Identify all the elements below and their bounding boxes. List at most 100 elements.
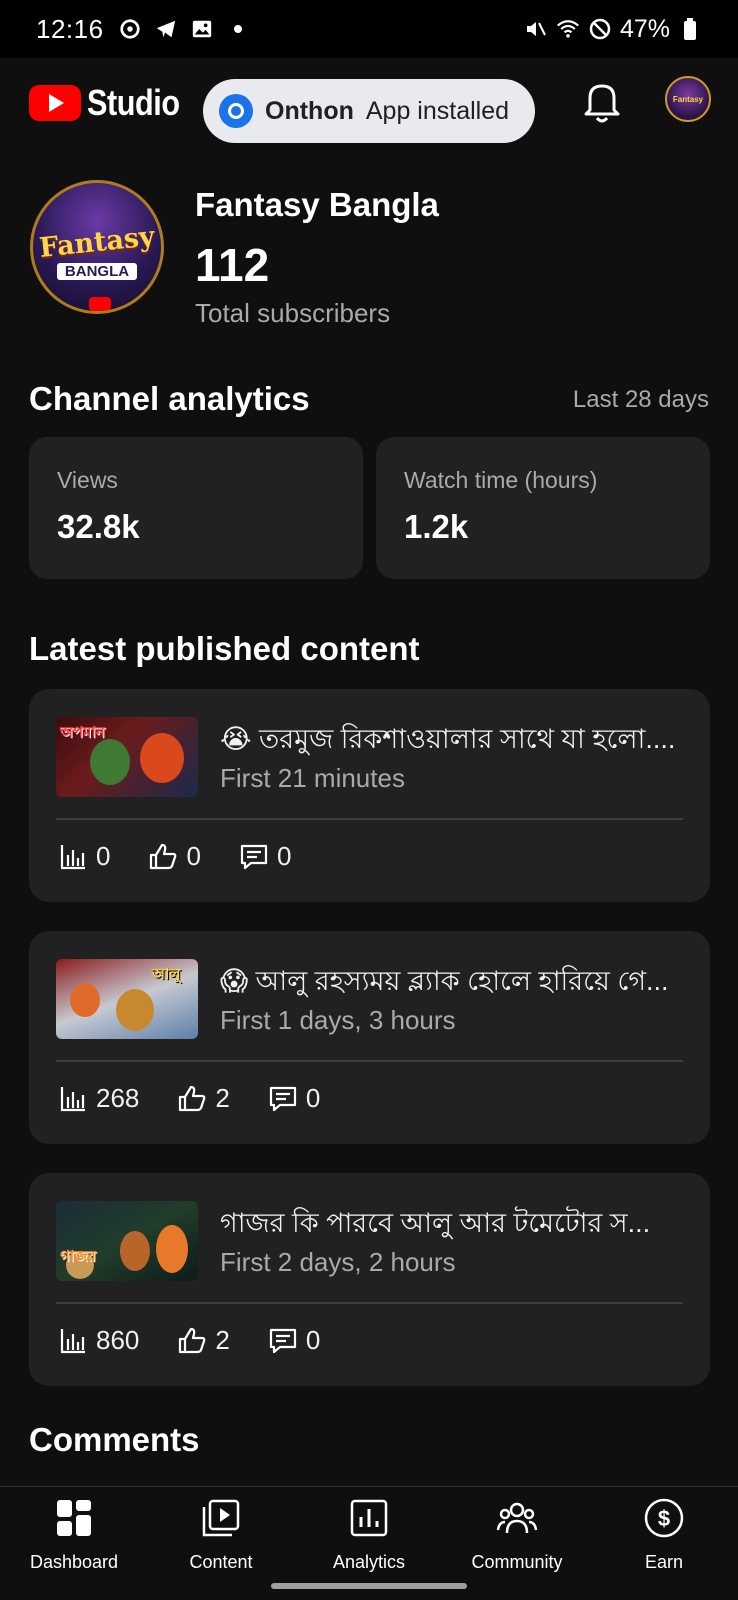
views-value: 32.8k [57, 508, 140, 545]
video-title: গাজর কি পারবে আলু আর টমেটোর স... [220, 1208, 651, 1238]
toast-app-name: Onthon [265, 96, 354, 125]
likes-count: 2 [215, 1325, 230, 1355]
channel-analytics-title: Channel analytics [29, 380, 310, 417]
video-metrics: 0 0 0 [58, 841, 329, 872]
watch-time-value: 1.2k [404, 508, 469, 545]
do-not-disturb-icon [588, 17, 612, 41]
video-title: 😱 আলু রহস্যময় ব্ল্যাক হোলে হারিয়ে গে..… [220, 966, 669, 996]
comment-icon [269, 1328, 296, 1353]
video-thumbnail[interactable]: অপমান [56, 717, 198, 797]
comment-icon [269, 1086, 296, 1111]
video-age: First 21 minutes [220, 763, 405, 793]
content-card[interactable]: আলু 😱 আলু রহস্যময় ব্ল্যাক হোলে হারিয়ে … [29, 931, 710, 1144]
views-count: 0 [96, 841, 111, 871]
likes-count: 0 [186, 841, 201, 871]
battery-percent: 47% [619, 14, 670, 43]
thumbs-up-icon [150, 843, 177, 869]
nav-analytics[interactable]: Analytics [295, 1497, 443, 1573]
thumbnail-text: গাজর [60, 1248, 96, 1265]
chrome-icon [219, 94, 253, 128]
video-thumbnail[interactable]: আলু [56, 959, 198, 1039]
channel-avatar: Fantasy BANGLA [30, 180, 164, 314]
status-time: 12:16 [36, 13, 104, 44]
video-metrics: 268 2 0 [58, 1083, 358, 1114]
gallery-icon [190, 17, 214, 41]
channel-name: Fantasy Bangla [195, 186, 439, 223]
nav-label: Analytics [332, 1552, 406, 1572]
install-toast: Onthon App installed [203, 79, 535, 143]
card-divider [56, 1060, 683, 1062]
video-metrics: 860 2 0 [58, 1325, 358, 1356]
comment-icon [240, 844, 268, 869]
nav-dashboard[interactable]: Dashboard [0, 1497, 148, 1573]
comments-metric: 0 [268, 1083, 320, 1114]
channel-avatar-title: Fantasy [37, 221, 157, 264]
bar-chart-icon [60, 1328, 85, 1353]
comments-count: 0 [305, 1325, 321, 1355]
watch-time-card[interactable]: Watch time (hours) 1.2k [376, 437, 710, 579]
likes-metric: 2 [177, 1325, 230, 1356]
likes-metric: 2 [177, 1083, 230, 1114]
views-metric: 0 [58, 841, 110, 872]
content-icon [202, 1499, 240, 1537]
youtube-play-icon [29, 85, 81, 121]
nav-content[interactable]: Content [147, 1497, 295, 1573]
likes-metric: 0 [148, 841, 201, 872]
views-count: 268 [96, 1083, 140, 1113]
thumbs-up-icon [179, 1327, 206, 1353]
views-metric: 268 [58, 1083, 139, 1114]
app-header: Studio Onthon App installed Fantasy [0, 58, 738, 168]
views-card[interactable]: Views 32.8k [29, 437, 363, 579]
watch-time-label: Watch time (hours) [404, 467, 598, 493]
nav-earn[interactable]: $ Earn [590, 1497, 738, 1573]
video-age: First 1 days, 3 hours [220, 1005, 456, 1035]
comments-title: Comments [29, 1421, 200, 1458]
system-home-bar[interactable] [271, 1583, 467, 1589]
nav-label: Community [471, 1552, 563, 1572]
toast-message: App installed [365, 96, 510, 125]
analytics-icon [350, 1499, 388, 1537]
views-label: Views [57, 467, 118, 493]
nav-label: Earn [644, 1552, 684, 1572]
thumbs-up-icon [179, 1085, 206, 1111]
video-title: 😭 তরমুজ রিকশাওয়ালার সাথে যা হলো.... [220, 724, 676, 754]
comments-metric: 0 [239, 841, 291, 872]
likes-count: 2 [215, 1083, 230, 1113]
avatar-youtube-icon [89, 297, 111, 311]
battery-icon [678, 17, 702, 41]
content-card[interactable]: অপমান 😭 তরমুজ রিকশাওয়ালার সাথে যা হলো..… [29, 689, 710, 902]
subscriber-label: Total subscribers [195, 298, 391, 328]
mute-icon [524, 17, 548, 41]
thumbnail-text: আলু [152, 966, 181, 983]
status-bar: 12:16 47% [0, 0, 738, 58]
nav-community[interactable]: Community [443, 1497, 591, 1573]
video-age: First 2 days, 2 hours [220, 1247, 456, 1277]
wifi-icon [556, 17, 580, 41]
comments-count: 0 [305, 1083, 321, 1113]
views-metric: 860 [58, 1325, 139, 1356]
nav-label: Dashboard [29, 1552, 119, 1572]
views-count: 860 [96, 1325, 140, 1355]
community-icon [496, 1502, 538, 1534]
logo-text: Studio [87, 82, 180, 123]
subscriber-count: 112 [195, 239, 270, 291]
latest-content-title: Latest published content [29, 630, 420, 667]
content-card[interactable]: গাজর গাজর কি পারবে আলু আর টমেটোর স... Fi… [29, 1173, 710, 1386]
nav-label: Content [189, 1552, 253, 1572]
comments-count: 0 [276, 841, 292, 871]
svg-text:$: $ [658, 1506, 670, 1531]
analytics-range: Last 28 days [572, 386, 709, 413]
card-divider [56, 818, 683, 820]
youtube-studio-logo[interactable]: Studio [29, 82, 196, 124]
channel-avatar-subtitle: BANGLA [57, 263, 137, 280]
earn-icon: $ [644, 1498, 684, 1538]
dashboard-icon [57, 1500, 91, 1536]
comments-metric: 0 [268, 1325, 320, 1356]
bar-chart-icon [60, 1086, 85, 1111]
notifications-bell-icon[interactable] [580, 76, 624, 126]
avatar-logo-text: Fantasy [672, 94, 704, 104]
bar-chart-icon [60, 844, 85, 869]
video-thumbnail[interactable]: গাজর [56, 1201, 198, 1281]
account-avatar[interactable]: Fantasy [665, 76, 711, 122]
telegram-icon [154, 17, 178, 41]
